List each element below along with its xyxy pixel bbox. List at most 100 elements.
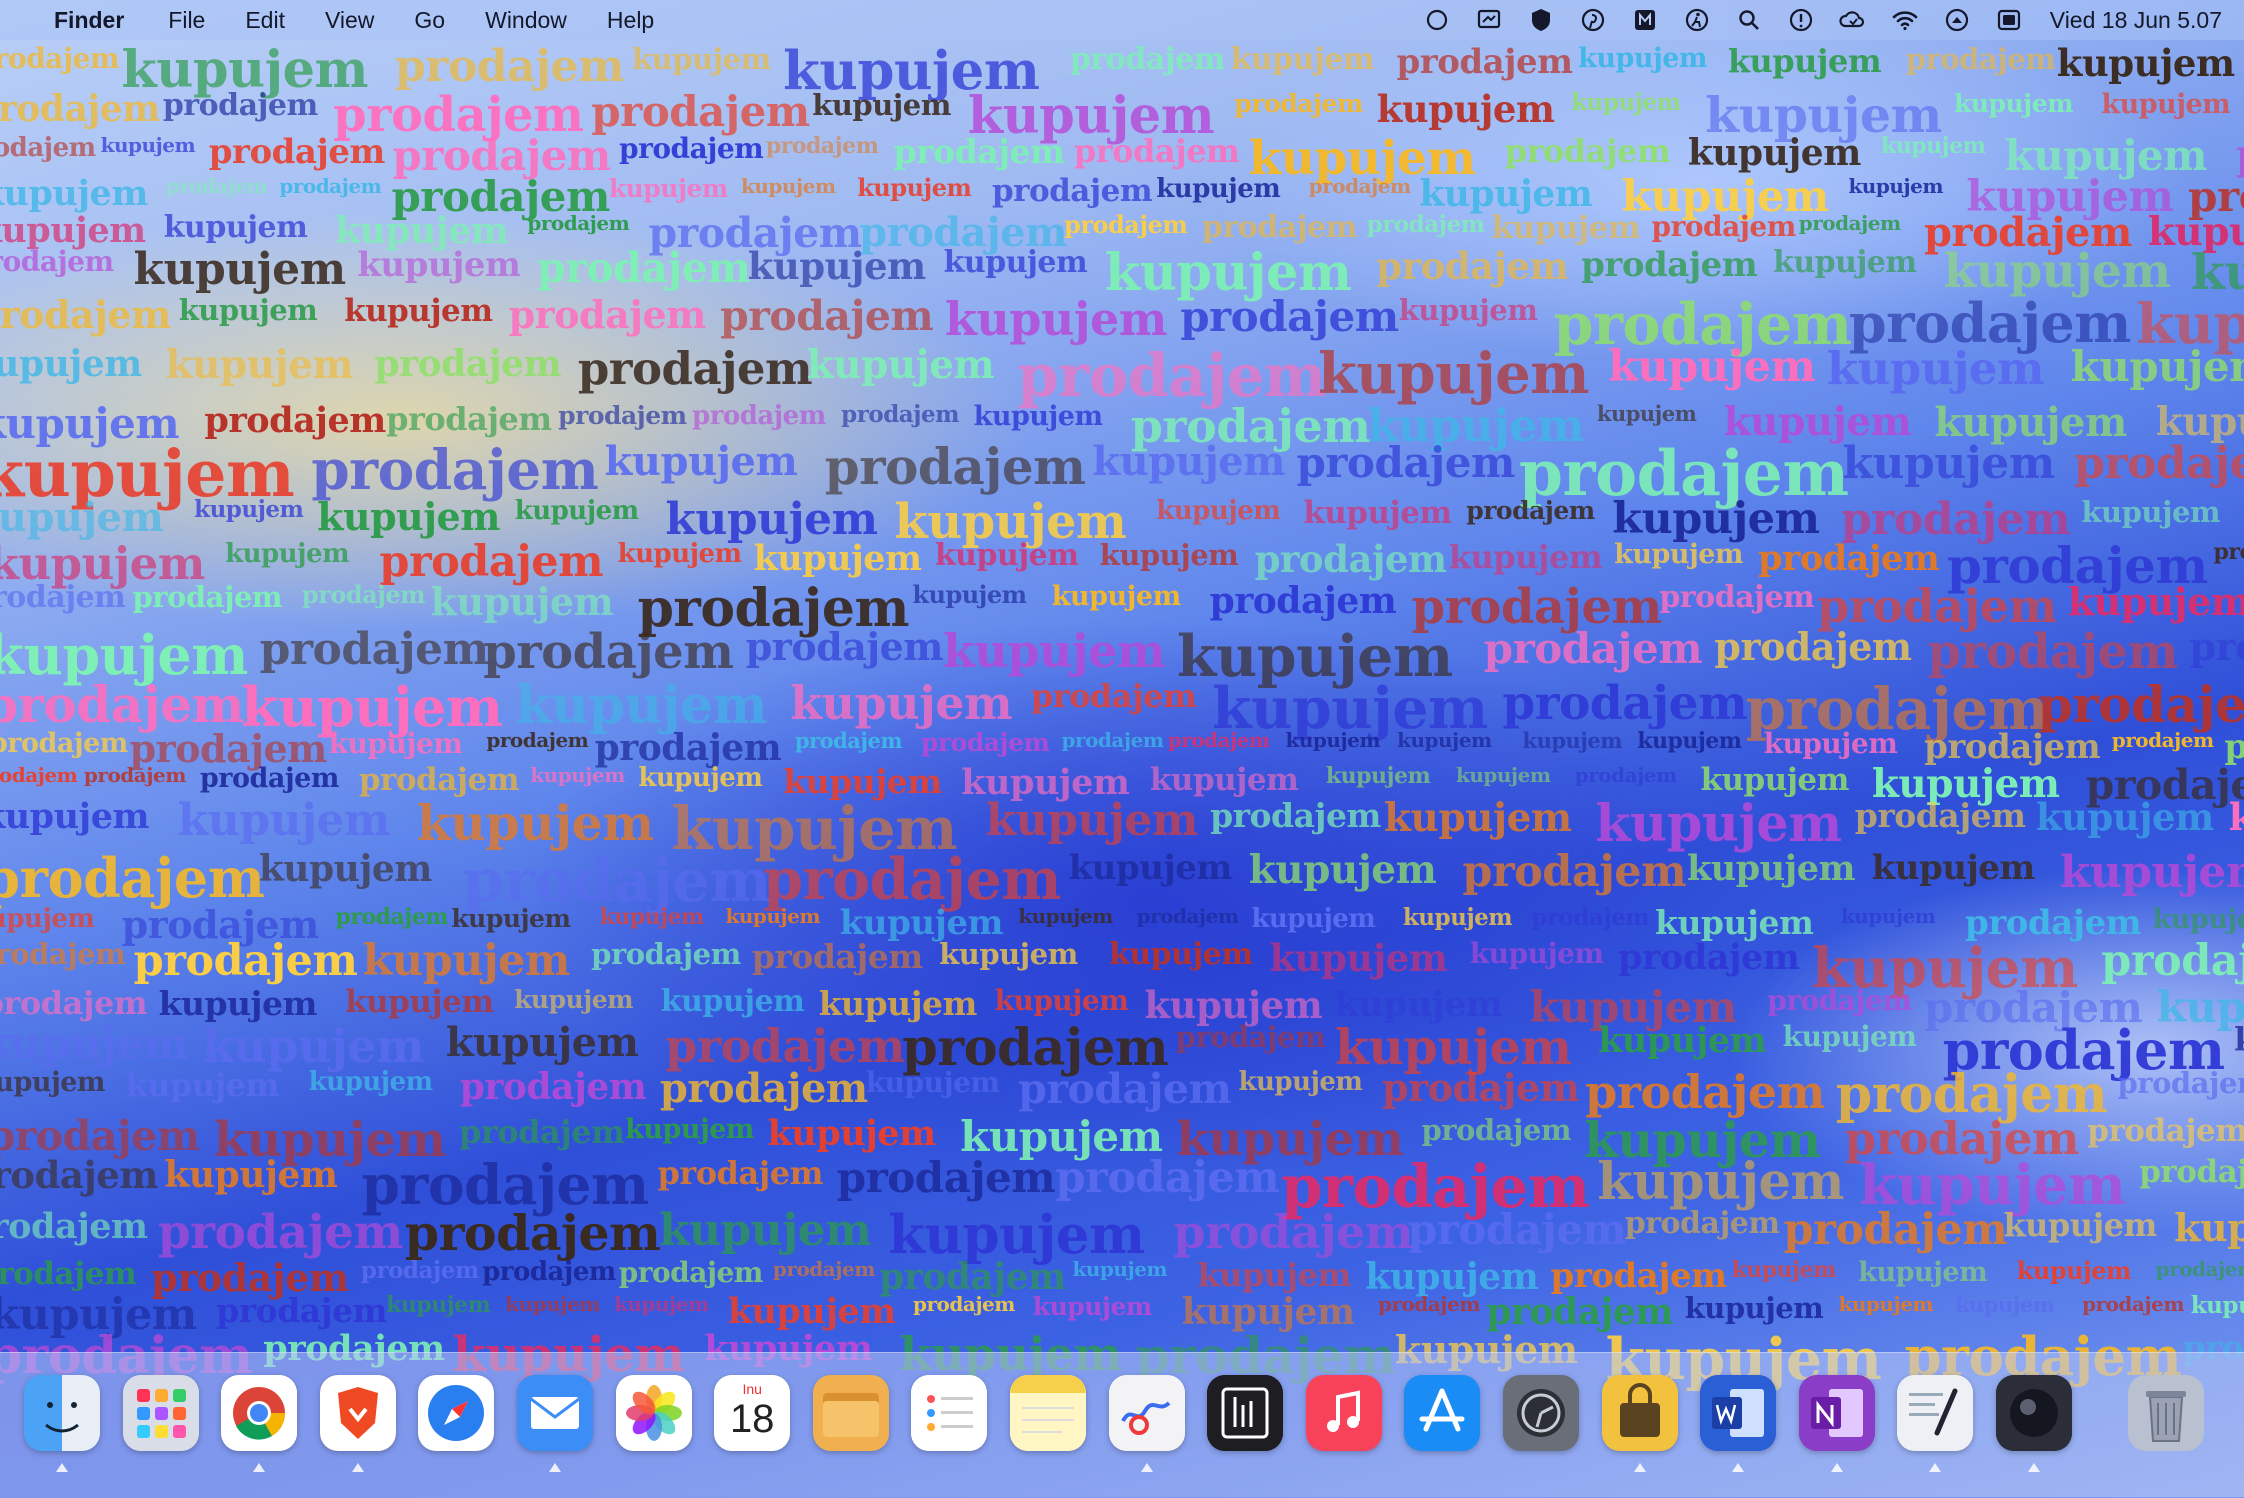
wallpaper-word: prodajem — [360, 1256, 479, 1284]
wallpaper-word: kupujem — [2016, 1255, 2132, 1285]
menu-bar-left: Finder File Edit View Go Window Help — [0, 7, 694, 34]
wallpaper-word: kupujem — [865, 1065, 1000, 1099]
wallpaper-word: prodajem — [83, 762, 186, 787]
wallpaper-word: kupujem — [100, 133, 196, 158]
control-center-icon[interactable] — [1994, 5, 2024, 35]
wallpaper-word: kupujem — [0, 343, 142, 386]
wallpaper-word: prodajem — [1030, 676, 1197, 715]
wallpaper-word: kupujem — [225, 538, 350, 569]
accessibility-icon[interactable] — [1682, 5, 1712, 35]
menu-edit[interactable]: Edit — [245, 7, 285, 34]
onenote-icon[interactable] — [1798, 1375, 1875, 1451]
wallpaper-word: kupujem — [258, 848, 432, 891]
word-icon[interactable] — [1700, 1375, 1777, 1451]
wallpaper-word: prodajem — [1783, 1204, 2008, 1255]
wallpaper-word: prodajem — [165, 174, 268, 199]
notes-folder-icon[interactable] — [812, 1375, 889, 1451]
wallpaper-word: prodajem — [1396, 42, 1574, 82]
wallpaper-word: prodajem — [1466, 496, 1595, 526]
wallpaper-word: kupujem — [1149, 761, 1299, 798]
wallpaper-word: kupujem — [2056, 41, 2235, 85]
wallpaper-word: prodajem — [1550, 1255, 1728, 1296]
reminders-icon[interactable] — [911, 1375, 988, 1451]
wallpaper-word: kupujem — [163, 209, 308, 245]
info-icon[interactable] — [1786, 5, 1816, 35]
stocks-icon[interactable] — [1207, 1375, 1284, 1451]
wallpaper-word: kupujem — [888, 1203, 1145, 1266]
wallpaper-word: kupujem — [1858, 1256, 1988, 1288]
wallpaper-word: prodajem — [745, 623, 944, 669]
wallpaper-word: kupujem — [1051, 580, 1181, 612]
wallpaper-word: prodajem — [335, 903, 449, 930]
finder-icon[interactable] — [24, 1375, 100, 1451]
running-indicator — [1929, 1463, 1942, 1472]
cloud-sync-icon[interactable] — [1838, 5, 1868, 35]
wallpaper-word: prodajem — [1201, 209, 1357, 245]
launchpad-icon[interactable] — [122, 1375, 199, 1451]
wallpaper-word: prodajem — [0, 1255, 137, 1292]
music-icon[interactable] — [1305, 1375, 1382, 1451]
system-settings-icon[interactable] — [1503, 1375, 1579, 1451]
wallpaper-word: prodajem — [692, 400, 826, 431]
menu-view[interactable]: View — [325, 7, 374, 34]
wallpaper-word: prodajem — [2037, 674, 2244, 734]
archive-utility-icon[interactable] — [1601, 1375, 1678, 1451]
wallpaper-word: kupujem — [1491, 209, 1641, 246]
wallpaper-word: kupujem — [1018, 903, 1113, 928]
wallpaper-word: kupujem — [1881, 133, 1986, 160]
wallpaper-word: kupujem — [973, 400, 1103, 432]
screen-mirror-icon[interactable] — [1942, 5, 1972, 35]
wallpaper-word: prodajem — [1407, 1204, 1627, 1254]
menu-window[interactable]: Window — [485, 7, 567, 34]
notes-icon[interactable] — [1010, 1375, 1086, 1451]
trash-icon[interactable] — [2128, 1375, 2204, 1451]
script-editor-icon[interactable] — [1897, 1375, 1974, 1451]
chrome-icon[interactable] — [221, 1375, 298, 1451]
wallpaper-word: prodajem — [0, 984, 148, 1023]
wallpaper-word: prodajem — [1073, 132, 1240, 171]
menu-bar-clock[interactable]: Vied 18 Jun 5.07 — [2050, 7, 2222, 34]
freeform-icon[interactable] — [1108, 1375, 1185, 1451]
pinterest-icon[interactable] — [1578, 5, 1608, 35]
wallpaper-word: prodajem — [459, 1065, 647, 1108]
menu-bar: Finder File Edit View Go Window Help Vie… — [0, 0, 2244, 40]
display-icon[interactable] — [1474, 5, 1504, 35]
record-icon[interactable] — [1422, 5, 1452, 35]
wallpaper-word: prodajem — [1462, 847, 1687, 898]
wallpaper-word: prodajem — [0, 292, 171, 338]
wallpaper-word: kupujem — [2035, 794, 2214, 839]
menu-go[interactable]: Go — [414, 7, 445, 34]
wallpaper-word: kupujem — [1383, 794, 1572, 841]
wallpaper-word: prodajem — [594, 727, 782, 770]
wallpaper-word: prodajem — [1366, 210, 1485, 238]
safari-icon[interactable] — [418, 1375, 495, 1451]
shield-icon[interactable] — [1526, 5, 1556, 35]
wallpaper-word: prodajem — [301, 579, 426, 609]
wallpaper-word: prodajem — [1659, 579, 1815, 615]
wallpaper-word: kupujem — [1269, 936, 1448, 981]
wifi-icon[interactable] — [1890, 5, 1920, 35]
menu-file[interactable]: File — [168, 7, 205, 34]
wallpaper-word: kupujem — [1303, 495, 1452, 532]
wallpaper-word: kupujem — [1072, 1256, 1168, 1281]
wallpaper-word: prodajem — [2082, 1292, 2184, 1317]
wallpaper-word: kupujem — [1848, 174, 1943, 199]
wallpaper-word: kupujem — [1230, 42, 1375, 77]
wallpaper-word: kupujem — [2152, 903, 2244, 935]
app-store-icon[interactable] — [1404, 1375, 1481, 1451]
wallpaper-word: prodajem — [1854, 795, 2026, 835]
calendar-icon[interactable]: Inu 18 — [714, 1375, 791, 1451]
wallpaper-word: prodajem — [2117, 1065, 2244, 1100]
wallpaper-word: prodajem — [1504, 132, 1671, 171]
menu-help[interactable]: Help — [607, 7, 654, 34]
terminal-icon[interactable] — [1996, 1375, 2072, 1451]
photos-icon[interactable] — [615, 1375, 692, 1451]
wallpaper-word: kupujem — [1455, 762, 1551, 787]
wallpaper-word: kupujem — [2101, 89, 2231, 120]
brave-icon[interactable] — [319, 1375, 396, 1451]
app-menu-finder[interactable]: Finder — [54, 7, 124, 34]
search-icon[interactable] — [1734, 5, 1764, 35]
pdf-icon[interactable] — [1630, 5, 1660, 35]
mail-icon[interactable] — [517, 1375, 593, 1451]
wallpaper-word: prodajem — [879, 1255, 1066, 1298]
